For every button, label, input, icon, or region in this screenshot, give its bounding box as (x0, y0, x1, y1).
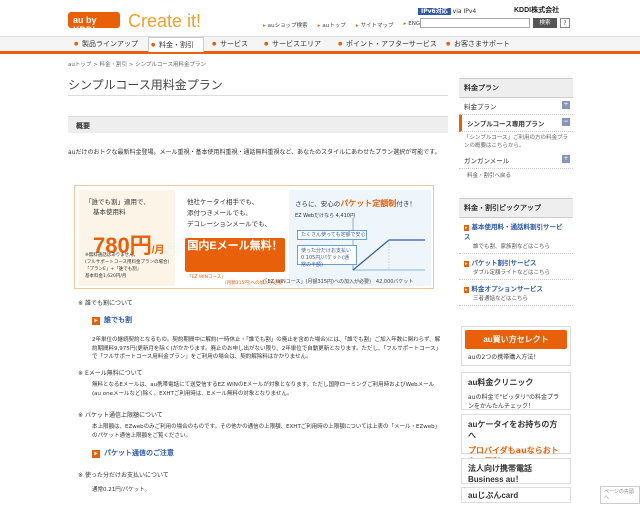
banner-left-line2: 基本使用料 (93, 208, 126, 216)
email-free-box: 国内Eメール無料！ (185, 238, 285, 272)
section-body-payg: 通常0.21円/パケット。 (92, 487, 150, 493)
section-body-daredemo: 2年単位の継続契約となるもの。契約期間中に解約(一時休止・「誰でも割」の廃止を含… (92, 337, 442, 360)
collapse-icon[interactable]: − (562, 118, 570, 126)
banner-left-note1: ※無料通話はありません。 (85, 253, 139, 258)
ipv6-via: via IPv4 (452, 8, 477, 15)
packet-flat-rate: パケット定額制 (340, 199, 397, 208)
link-packet[interactable]: パケット通信のご注意 (92, 448, 174, 458)
banner-right: さらに、安心のパケット定額制付き！ EZ Webだけなら 4,410円 たくさん… (263, 190, 431, 286)
section-head-packet: パケット通信上限額について (78, 410, 163, 419)
plan-banner[interactable]: 「誰でも割」適用で、 基本使用料 780円/月 ※無料通話はありません。 (フル… (74, 185, 434, 289)
ad-kaikata-title: au買い方セレクト (465, 330, 567, 349)
header: au by KDDI Create it! IPv6対応 via IPv4 KD… (0, 0, 640, 36)
banner-left-note4: 基本料金1,620円/月 (85, 274, 127, 279)
pickup-options-desc: 三者通話などはこちら (459, 293, 573, 306)
au-logo[interactable]: au by KDDI (68, 12, 120, 35)
pill-payg-line2: 0.105円/パケット(通常の半額) (301, 255, 353, 269)
ad-jibun-card[interactable]: auじぶんcard (461, 487, 571, 503)
pickup-call-discount-desc: 誰でも割、家族割などはこちら (459, 241, 573, 254)
expand-icon[interactable]: + (562, 101, 570, 109)
packet-chart (352, 218, 425, 271)
link-daredemo[interactable]: 誰でも割 (92, 315, 132, 325)
sidebar-item-gangan[interactable]: ガンガンメール + (459, 152, 573, 169)
price-unit: /月 (151, 245, 165, 256)
pickup-call-discount[interactable]: 基本使用料・通話料割引サービス (459, 218, 573, 241)
ipv6-label: IPv6対応 (418, 8, 451, 15)
ad-clinic-desc: auの料金で"ピッタリ"の料金プランをかんたんチェック！ (468, 394, 559, 410)
nav-area[interactable]: サービスエリア (262, 37, 321, 52)
ad-kaikata-desc: auの2つの携帯購入方法！ (468, 354, 540, 361)
nav-pricing[interactable]: 料金・割引 (148, 37, 204, 53)
nav-support[interactable]: お客さまサポート (444, 37, 510, 52)
section-header: 概要 (68, 116, 448, 133)
section-head-payg: 使った分だけお支払いについて (78, 470, 169, 479)
banner-left-line1: 「誰でも割」適用で、 (85, 198, 150, 206)
section-head-daredemo: 誰でも割について (78, 298, 133, 307)
toplink-shop[interactable]: auショップ検索 (263, 21, 308, 29)
banner-right-post: 付き！ (396, 200, 416, 208)
help-button[interactable]: ? (560, 18, 570, 28)
page-top-button[interactable]: ページの先頭へ (600, 486, 640, 504)
nav-products[interactable]: 製品ラインアップ (72, 37, 138, 52)
kddi-company[interactable]: KDDI株式会社 (514, 5, 559, 15)
banner-left: 「誰でも割」適用で、 基本使用料 780円/月 ※無料通話はありません。 (フル… (79, 190, 175, 286)
sidebar-header-pickups: 料金・割引ピックアップ (459, 198, 573, 218)
ad-provider-title: auケータイをお持ちの方へ (468, 420, 558, 440)
toplink-top[interactable]: auトップ (318, 21, 345, 29)
pill-payg-line1: 使った分だけお支払い (301, 248, 352, 254)
section-head-email: Eメール無料について (78, 368, 143, 377)
sidebar-item-gangan-label: ガンガンメール (464, 157, 510, 165)
title-divider (68, 95, 448, 96)
pill-payg-price: 0.105円/パケット (301, 255, 342, 261)
banner-left-note3: 「プランE」+「誰でも割」 (85, 267, 142, 272)
pickup-packet-discount-desc: ダブル定額ライトなどはこちら (459, 267, 573, 280)
sidebar-selected-desc: 「シンプルコース」ご利用の方の料金プランの概要はこちらから。 (464, 135, 568, 149)
search-input[interactable] (420, 18, 530, 28)
breadcrumb[interactable]: auトップ > 料金・割引 > シンプルコース用料金プラン (68, 60, 206, 68)
banner-right-pre: さらに、安心の (295, 200, 341, 208)
sidebar-plans: 料金プラン 料金プラン + シンプルコース専用プラン − 「シンプルコース」ご利用の… (459, 78, 573, 181)
ad-business[interactable]: 法人向け携帯電話 Business au！ (461, 458, 571, 484)
sidebar-item-plans-label: 料金プラン (464, 103, 497, 111)
ad-clinic-title: au料金クリニック (468, 378, 534, 387)
toplink-sitemap[interactable]: サイトマップ (356, 21, 394, 29)
banner-mid-line3: デコレーションメールでも、 (187, 220, 271, 228)
ad-jibun-card-title: auじぶんcard (468, 491, 519, 500)
tagline: Create it! (128, 11, 202, 31)
intro-text: auだけのおトクな最新料金登場。メール重視・基本使用料重視・通話無料重視など、あ… (68, 149, 441, 156)
ad-provider[interactable]: auケータイをお持ちの方へ プロバイダもauならおトクで便利 (461, 414, 571, 466)
expand-icon[interactable]: + (562, 155, 570, 163)
pill-payg: 使った分だけお支払い 0.105円/パケット(通常の半額) (297, 245, 357, 268)
sidebar-item-simple-label: シンプルコース専用プラン (467, 120, 545, 128)
pickup-options[interactable]: 料金オプションサービス (459, 280, 573, 293)
banner-mid-tag1: 「EZ WINコース」 (187, 275, 226, 280)
sidebar-back-link[interactable]: 料金・割引へ戻る (459, 169, 573, 181)
banner-mid-line1: 他社ケータイ相手でも、 (187, 198, 259, 206)
search-button[interactable]: 検索 (533, 18, 557, 28)
banner-right-ez: EZ Webだけなら 4,410円 (295, 213, 355, 219)
banner-right-note: (「EZ WINコース」(月額315円)への加入が必要) 42,000パケット (263, 279, 414, 285)
page-title: シンプルコース用料金プラン (68, 78, 223, 92)
ad-kaikata[interactable]: au買い方セレクト auの2つの携帯購入方法！ (461, 326, 571, 366)
sidebar-item-plans[interactable]: 料金プラン + (459, 98, 573, 115)
pickup-packet-discount[interactable]: パケット割引サービス (459, 254, 573, 267)
banner-left-note2: (フルサポートコース用料金プランの場合) (85, 260, 170, 265)
ad-business-title: 法人向け携帯電話 Business au！ (468, 464, 532, 484)
sidebar-pickups: 料金・割引ピックアップ 基本使用料・通話料割引サービス 誰でも割、家族割などはこ… (459, 198, 573, 306)
ipv6-badge: IPv6対応 via IPv4 (418, 6, 476, 15)
nav-services[interactable]: サービス (210, 37, 248, 52)
top-links: auショップ検索 auトップ サイトマップ ENGLISH (263, 21, 433, 29)
nav-points[interactable]: ポイント・アフターサービス (336, 37, 437, 52)
main-nav: 製品ラインアップ 料金・割引 サービス サービスエリア ポイント・アフターサービ… (0, 36, 640, 54)
pill-flat: たくさん使っても定額で安心 (297, 230, 367, 240)
banner-right-line1: さらに、安心のパケット定額制付き！ (295, 198, 416, 209)
banner-mid: 他社ケータイ相手でも、 添付つきメールでも、 デコレーションメールでも、 国内E… (179, 190, 289, 286)
section-body-packet: 本上限額は、EZwebのみご利用の場合のものです。その他かの通信の上限額、EXH… (92, 424, 441, 439)
sidebar-header-plans: 料金プラン (459, 78, 573, 98)
ad-clinic[interactable]: au料金クリニック auの料金で"ピッタリ"の料金プランをかんたんチェック！ (461, 372, 571, 410)
section-body-email: 無料となるEメールは、au携帯電話にて送受信するEZ WINのEメールが対象とな… (92, 382, 435, 397)
banner-mid-line2: 添付つきメールでも、 (187, 209, 252, 217)
sidebar-item-simple[interactable]: シンプルコース専用プラン − (459, 115, 573, 132)
